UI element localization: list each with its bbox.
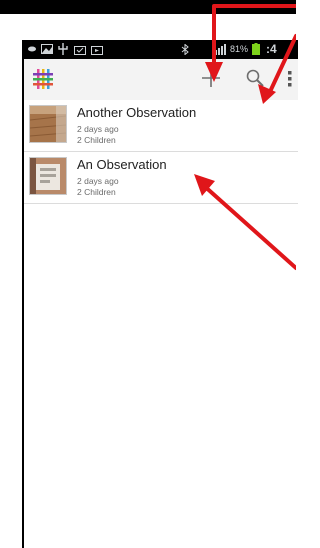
annotation-arrows xyxy=(194,4,296,270)
arrow-to-observation xyxy=(200,182,296,270)
arrow-to-search-button xyxy=(266,34,296,98)
arrowhead-add xyxy=(205,62,223,82)
